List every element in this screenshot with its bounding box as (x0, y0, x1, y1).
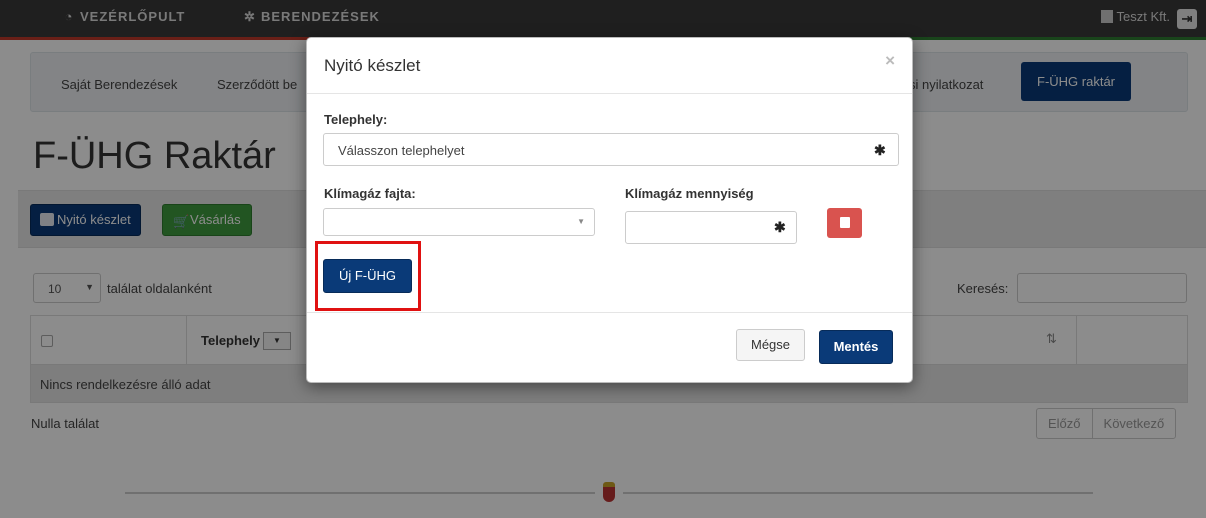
close-icon[interactable]: × (885, 51, 895, 71)
gas-qty-label: Klímagáz mennyiség (625, 186, 754, 201)
caret-down-icon: ▼ (577, 217, 585, 226)
gas-type-label: Klímagáz fajta: (324, 186, 416, 201)
required-icon: ✱ (874, 142, 886, 158)
modal-header-divider (307, 93, 912, 94)
delete-row-button[interactable] (827, 208, 862, 238)
site-label: Telephely: (324, 112, 388, 127)
gas-type-select[interactable]: ▼ (323, 208, 595, 236)
modal-title: Nyitó készlet (324, 56, 421, 75)
required-icon: ✱ (774, 219, 786, 235)
modal-footer-divider (307, 312, 912, 313)
site-placeholder: Válasszon telephelyet (338, 143, 465, 158)
site-select[interactable]: Válasszon telephelyet (323, 133, 899, 166)
cancel-button[interactable]: Mégse (736, 329, 805, 361)
save-button[interactable]: Mentés (819, 330, 893, 364)
gas-qty-input[interactable] (625, 211, 797, 244)
trash-icon (839, 217, 850, 228)
opening-stock-modal: Nyitó készlet × Telephely: Válasszon tel… (306, 37, 913, 383)
new-fuhg-button[interactable]: Új F-ÜHG (323, 259, 412, 293)
